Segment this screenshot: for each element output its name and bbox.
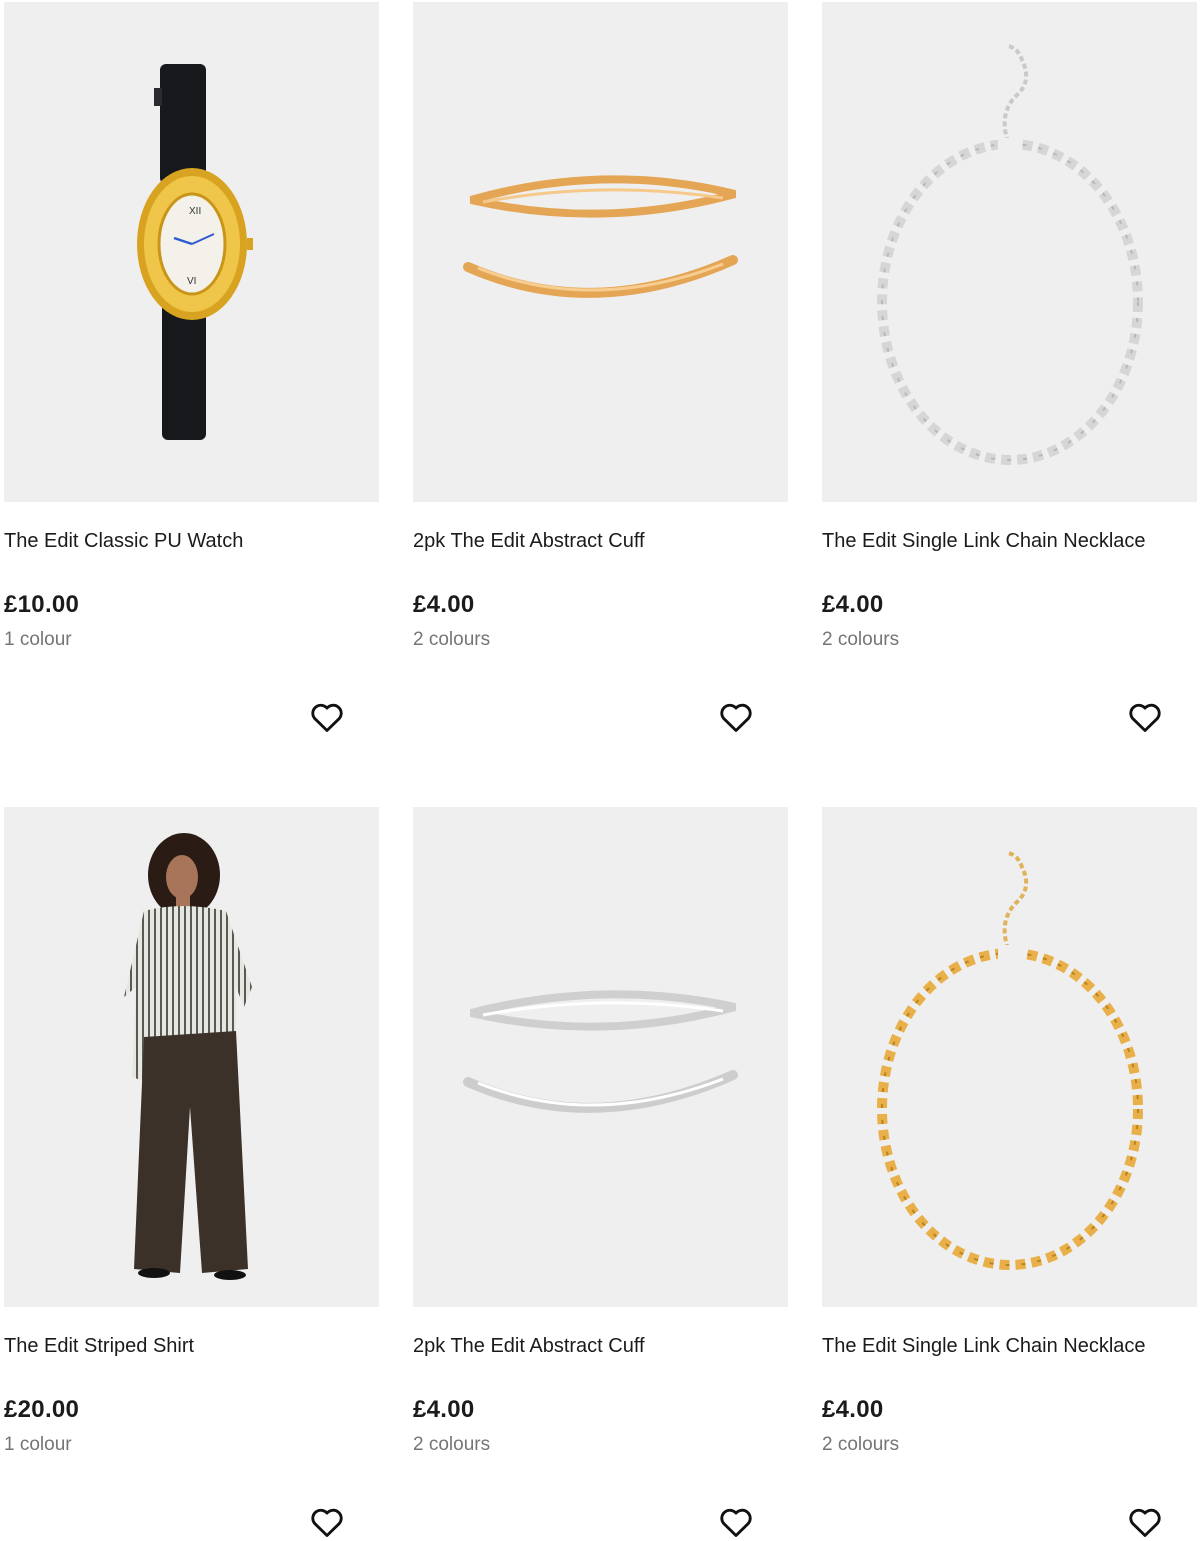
product-colours: 2 colours: [413, 1434, 491, 1455]
product-colours: 2 colours: [822, 1434, 900, 1455]
product-image[interactable]: [822, 2, 1197, 502]
product-title[interactable]: 2pk The Edit Abstract Cuff: [413, 526, 645, 556]
product-image[interactable]: [822, 807, 1197, 1307]
product-title[interactable]: The Edit Classic PU Watch: [4, 526, 243, 556]
product-image[interactable]: [413, 807, 788, 1307]
product-price: £10.00: [4, 591, 80, 618]
product-colours: 1 colour: [4, 1434, 72, 1455]
heart-icon[interactable]: [717, 698, 755, 736]
product-colours: 1 colour: [4, 629, 72, 650]
svg-text:VI: VI: [187, 276, 196, 287]
product-price: £4.00: [822, 591, 884, 618]
svg-text:XII: XII: [189, 206, 201, 217]
product-title[interactable]: The Edit Single Link Chain Necklace: [822, 1331, 1146, 1361]
product-price: £4.00: [822, 1396, 884, 1423]
product-colours: 2 colours: [413, 629, 491, 650]
heart-icon[interactable]: [1126, 698, 1164, 736]
product-grid: XII VI The Edit Classic PU Watch £10.00 …: [0, 0, 1200, 1538]
product-image[interactable]: [413, 2, 788, 502]
product-title[interactable]: The Edit Single Link Chain Necklace: [822, 526, 1146, 556]
gold-cuff-image: [413, 2, 788, 502]
heart-icon[interactable]: [308, 698, 346, 736]
silver-cuff-image: [413, 807, 788, 1307]
model-shirt-image: [4, 807, 379, 1307]
product-title[interactable]: The Edit Striped Shirt: [4, 1331, 194, 1361]
product-image[interactable]: [4, 807, 379, 1307]
heart-icon[interactable]: [1126, 1503, 1164, 1541]
product-title[interactable]: 2pk The Edit Abstract Cuff: [413, 1331, 645, 1361]
product-image[interactable]: XII VI: [4, 2, 379, 502]
watch-image: XII VI: [4, 2, 379, 502]
heart-icon[interactable]: [717, 1503, 755, 1541]
product-colours: 2 colours: [822, 629, 900, 650]
silver-necklace-image: [822, 2, 1197, 502]
product-price: £4.00: [413, 591, 475, 618]
heart-icon[interactable]: [308, 1503, 346, 1541]
gold-necklace-image: [822, 807, 1197, 1307]
product-price: £4.00: [413, 1396, 475, 1423]
product-price: £20.00: [4, 1396, 80, 1423]
